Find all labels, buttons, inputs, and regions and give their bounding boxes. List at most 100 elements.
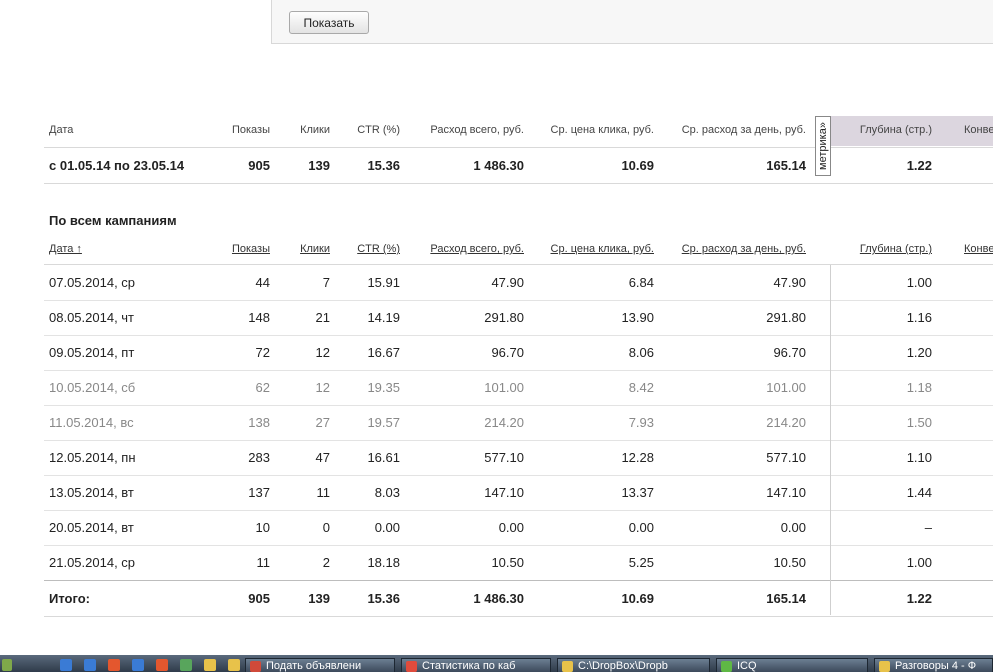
col-depth: Глубина (стр.) (859, 124, 932, 136)
row-shows: 137 (248, 485, 270, 500)
row-cpc: 12.28 (621, 450, 654, 465)
row-ctr: 16.61 (367, 450, 400, 465)
sort-daily-link[interactable]: Ср. расход за день, руб. (682, 243, 806, 255)
row-clicks: 11 (316, 485, 331, 500)
row-date: 13.05.2014, вт (49, 485, 134, 500)
section-title: По всем кампаниям (49, 213, 177, 228)
total-row: Итого: 905 139 15.36 1 486.30 10.69 165.… (44, 580, 993, 617)
row-depth: 1.18 (906, 380, 932, 395)
table-row: 11.05.2014, вс 138 27 19.57 214.20 7.93 214.20… (44, 405, 993, 441)
row-clicks: 12 (315, 345, 330, 360)
sort-depth-link[interactable]: Глубина (стр.) (860, 243, 932, 255)
total-ctr: 15.36 (367, 591, 400, 606)
app-icon (406, 661, 417, 672)
sort-conv-link[interactable]: Конве (964, 243, 993, 255)
row-daily: 101.00 (766, 380, 806, 395)
row-cpc: 8.06 (628, 345, 654, 360)
sort-clicks-link[interactable]: Клики (300, 243, 330, 255)
row-shows: 11 (256, 555, 271, 570)
table-row: 08.05.2014, чт 148 21 14.19 291.80 13.90 291.8… (44, 300, 993, 336)
quick-launch-icon[interactable] (84, 659, 96, 671)
quick-launch-icon[interactable] (132, 659, 144, 671)
row-spend: 214.20 (484, 415, 524, 430)
sort-cpc-link[interactable]: Ср. цена клика, руб. (551, 243, 654, 255)
taskbar-button-label: Разговоры 4 - Ф (895, 660, 977, 672)
metrika-tab[interactable]: метрика» (815, 116, 831, 176)
app-icon (562, 661, 573, 672)
row-date: 12.05.2014, пн (49, 450, 136, 465)
row-daily: 96.70 (773, 345, 806, 360)
col-spend: Расход всего, руб. (430, 124, 524, 136)
total-clicks: 139 (308, 591, 330, 606)
taskbar-button[interactable]: C:\DropBox\Dropb (557, 658, 710, 672)
row-depth: 1.00 (906, 555, 932, 570)
row-date: 21.05.2014, ср (49, 555, 136, 570)
col-shows: Показы (231, 124, 270, 136)
summary-shows: 905 (248, 158, 270, 173)
col-date: Дата (49, 124, 74, 136)
col-clicks: Клики (300, 124, 330, 136)
row-spend: 291.80 (484, 310, 524, 325)
taskbar-button[interactable]: Статистика по каб (401, 658, 551, 672)
row-shows: 62 (255, 380, 270, 395)
row-ctr: 0.00 (374, 520, 400, 535)
taskbar-button[interactable]: ICQ (716, 658, 868, 672)
summary-cpc: 10.69 (621, 158, 654, 173)
quick-launch-icon[interactable] (180, 659, 192, 671)
table-row: 21.05.2014, ср 11 2 18.18 10.50 5.25 10.50 1.00 (44, 545, 993, 581)
summary-spend: 1 486.30 (473, 158, 524, 173)
table-row: 13.05.2014, вт 137 11 8.03 147.10 13.37 147.10… (44, 475, 993, 511)
quick-launch-icon[interactable] (108, 659, 120, 671)
sort-spend-link[interactable]: Расход всего, руб. (430, 243, 524, 255)
sort-shows-link[interactable]: Показы (232, 243, 270, 255)
row-clicks: 2 (322, 555, 330, 570)
campaigns-header: Дата ↑ Показы Клики CTR (%) Расход всего… (44, 236, 993, 265)
sort-date-link[interactable]: Дата ↑ (49, 243, 82, 255)
row-cpc: 0.00 (628, 520, 654, 535)
table-row: 20.05.2014, вт 10 0 0.00 0.00 0.00 0.00 – (44, 510, 993, 546)
row-spend: 101.00 (484, 380, 524, 395)
row-daily: 577.10 (766, 450, 806, 465)
quick-launch-icon[interactable] (228, 659, 240, 671)
show-button[interactable]: Показать (289, 11, 369, 34)
row-depth: 1.10 (906, 450, 932, 465)
col-ctr: CTR (%) (357, 124, 400, 136)
total-spend: 1 486.30 (473, 591, 524, 606)
taskbar-button[interactable]: Разговоры 4 - Ф (874, 658, 993, 672)
row-ctr: 14.19 (367, 310, 400, 325)
row-date: 08.05.2014, чт (49, 310, 135, 325)
row-clicks: 21 (315, 310, 330, 325)
row-daily: 147.10 (766, 485, 806, 500)
row-daily: 10.50 (773, 555, 806, 570)
row-cpc: 5.25 (628, 555, 654, 570)
row-depth: 1.00 (906, 275, 932, 290)
row-clicks: 0 (322, 520, 330, 535)
row-depth: 1.44 (906, 485, 932, 500)
summary-header: Дата Показы Клики CTR (%) Расход всего, … (44, 116, 993, 146)
total-depth: 1.22 (906, 591, 932, 606)
row-spend: 0.00 (498, 520, 524, 535)
col-conv: Конве (964, 124, 993, 136)
row-spend: 147.10 (484, 485, 524, 500)
sort-ctr-link[interactable]: CTR (%) (357, 243, 400, 255)
start-icon[interactable] (2, 659, 12, 671)
row-cpc: 8.42 (628, 380, 654, 395)
taskbar: Подать объявлени Статистика по каб C:\Drop… (0, 655, 993, 672)
row-ctr: 16.67 (367, 345, 400, 360)
row-cpc: 7.93 (628, 415, 654, 430)
total-cpc: 10.69 (621, 591, 654, 606)
column-separator (830, 265, 831, 615)
row-cpc: 13.90 (621, 310, 654, 325)
row-spend: 96.70 (491, 345, 524, 360)
table-row: 12.05.2014, пн 283 47 16.61 577.10 12.28 577.1… (44, 440, 993, 476)
row-depth: 1.16 (906, 310, 932, 325)
quick-launch-icon[interactable] (156, 659, 168, 671)
summary-ctr: 15.36 (367, 158, 400, 173)
table-row: 07.05.2014, ср 44 7 15.91 47.90 6.84 47.90 1.00 (44, 265, 993, 301)
taskbar-button[interactable]: Подать объявлени (245, 658, 395, 672)
filter-panel: Показать (271, 0, 993, 44)
row-depth: – (924, 520, 932, 535)
total-daily: 165.14 (766, 591, 806, 606)
quick-launch-icon[interactable] (204, 659, 216, 671)
quick-launch-icon[interactable] (60, 659, 72, 671)
